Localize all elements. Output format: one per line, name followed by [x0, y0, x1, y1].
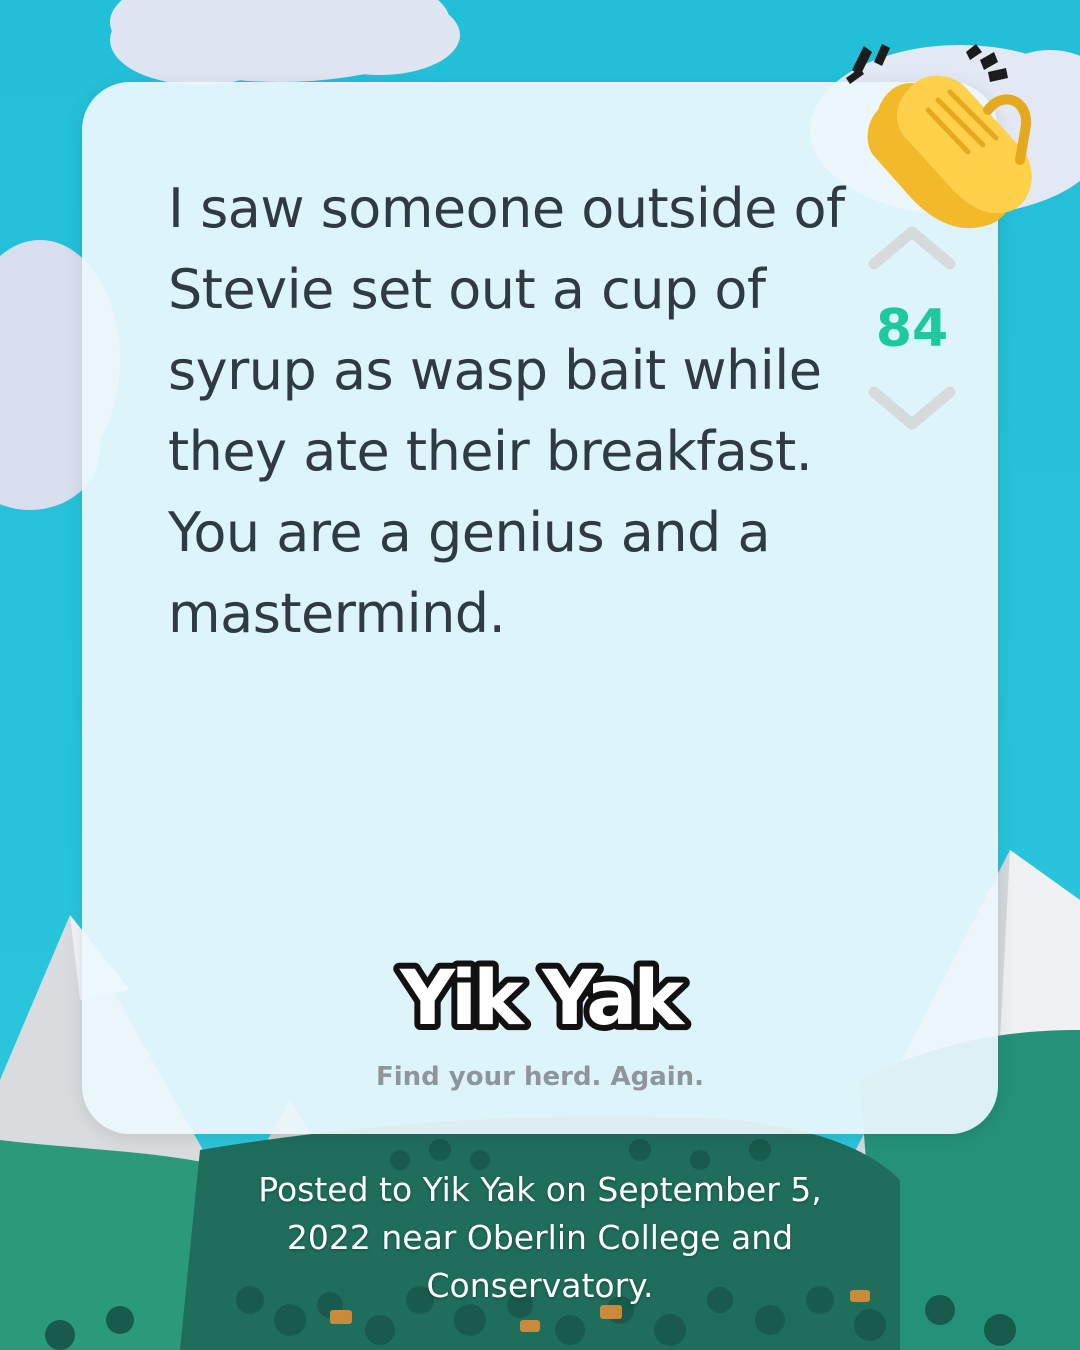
clapping-hands-emoji — [846, 44, 1032, 229]
logo-wordmark: Yik Yak — [399, 953, 685, 1042]
tagline: Find your herd. Again. — [375, 1062, 705, 1092]
post-caption: Posted to Yik Yak on September 5, 2022 n… — [258, 1170, 822, 1305]
cloud — [110, 0, 460, 85]
post-text: I saw someone outside of Stevie set out … — [168, 177, 845, 645]
chevron-down-icon[interactable] — [868, 384, 956, 432]
yik-yak-logo: Yik Yak — [393, 947, 695, 1048]
mountain-snow — [1000, 850, 1080, 1050]
hands — [867, 75, 1032, 229]
vote-control: 84 — [864, 222, 960, 442]
vote-count: 84 — [875, 299, 949, 359]
